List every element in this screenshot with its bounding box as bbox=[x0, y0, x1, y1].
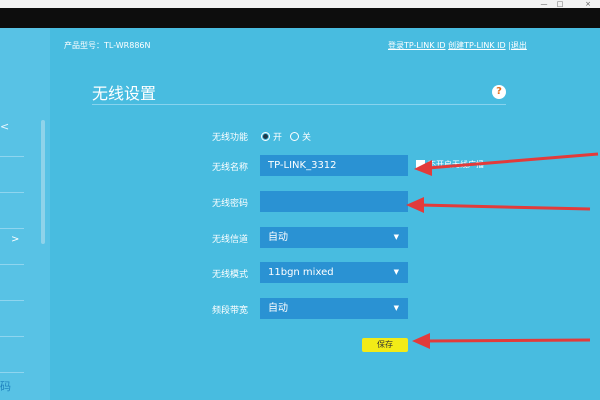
sidebar-divider bbox=[0, 336, 24, 337]
channel-select[interactable]: 自动 ▼ bbox=[260, 227, 408, 248]
page-title: 无线设置 bbox=[92, 84, 157, 103]
bandwidth-select[interactable]: 自动 ▼ bbox=[260, 298, 408, 319]
sidebar-item-partial[interactable]: 码 bbox=[0, 378, 11, 394]
password-input[interactable] bbox=[260, 191, 408, 212]
logout-link[interactable]: 退出 bbox=[511, 41, 527, 50]
product-model: 产品型号：TL-WR886N bbox=[64, 41, 151, 50]
create-tplink-id-link[interactable]: 创建TP-LINK ID bbox=[448, 41, 506, 50]
chevron-down-icon[interactable]: ▼ bbox=[394, 298, 399, 319]
radio-on-label: 开 bbox=[273, 133, 283, 143]
login-tplink-id-link[interactable]: 登录TP-LINK ID bbox=[388, 41, 446, 50]
mode-value: 11bgn mixed bbox=[268, 267, 334, 278]
wireless-function-label: 无线功能 bbox=[212, 133, 249, 143]
sidebar: < > 码 bbox=[0, 28, 50, 400]
radio-off-dot[interactable] bbox=[290, 132, 299, 141]
channel-value: 自动 bbox=[268, 232, 288, 243]
user-links: 登录TP-LINK ID 创建TP-LINK ID |退出 bbox=[388, 40, 527, 51]
chevron-down-icon[interactable]: ▼ bbox=[394, 227, 399, 248]
checkbox-box[interactable] bbox=[416, 160, 425, 169]
maximize-icon[interactable]: □ bbox=[554, 0, 566, 8]
password-label: 无线密码 bbox=[212, 199, 249, 209]
sidebar-scrollbar[interactable] bbox=[41, 120, 45, 244]
sidebar-divider bbox=[0, 192, 24, 193]
window-topbar: — □ × bbox=[0, 0, 600, 28]
bandwidth-value: 自动 bbox=[268, 303, 288, 314]
title-divider bbox=[92, 104, 506, 105]
chevron-right-icon[interactable]: > bbox=[11, 234, 19, 245]
hide-ssid-checkbox[interactable]: 不开启无线广播 bbox=[416, 159, 484, 170]
radio-off-label: 关 bbox=[302, 133, 312, 143]
radio-on-dot[interactable] bbox=[261, 132, 270, 141]
close-icon[interactable]: × bbox=[582, 0, 594, 8]
bandwidth-label: 频段带宽 bbox=[212, 306, 249, 316]
mode-select[interactable]: 11bgn mixed ▼ bbox=[260, 262, 408, 283]
ssid-label: 无线名称 bbox=[212, 163, 249, 173]
channel-label: 无线信道 bbox=[212, 235, 249, 245]
radio-on[interactable]: 开 bbox=[261, 130, 282, 143]
hide-ssid-label: 不开启无线广播 bbox=[428, 160, 484, 169]
sidebar-partial-top: < bbox=[0, 120, 10, 133]
window-title-strip bbox=[0, 0, 600, 8]
ssid-input[interactable]: TP-LINK_3312 bbox=[260, 155, 408, 176]
save-button[interactable]: 保存 bbox=[362, 338, 408, 352]
sidebar-divider bbox=[0, 264, 24, 265]
help-icon[interactable]: ? bbox=[492, 85, 506, 99]
sidebar-divider bbox=[0, 228, 24, 229]
mode-label: 无线模式 bbox=[212, 270, 249, 280]
sidebar-divider bbox=[0, 156, 24, 157]
minimize-icon[interactable]: — bbox=[538, 0, 550, 8]
sidebar-divider bbox=[0, 300, 24, 301]
chevron-down-icon[interactable]: ▼ bbox=[394, 262, 399, 283]
radio-off[interactable]: 关 bbox=[290, 130, 311, 143]
sidebar-divider bbox=[0, 372, 24, 373]
